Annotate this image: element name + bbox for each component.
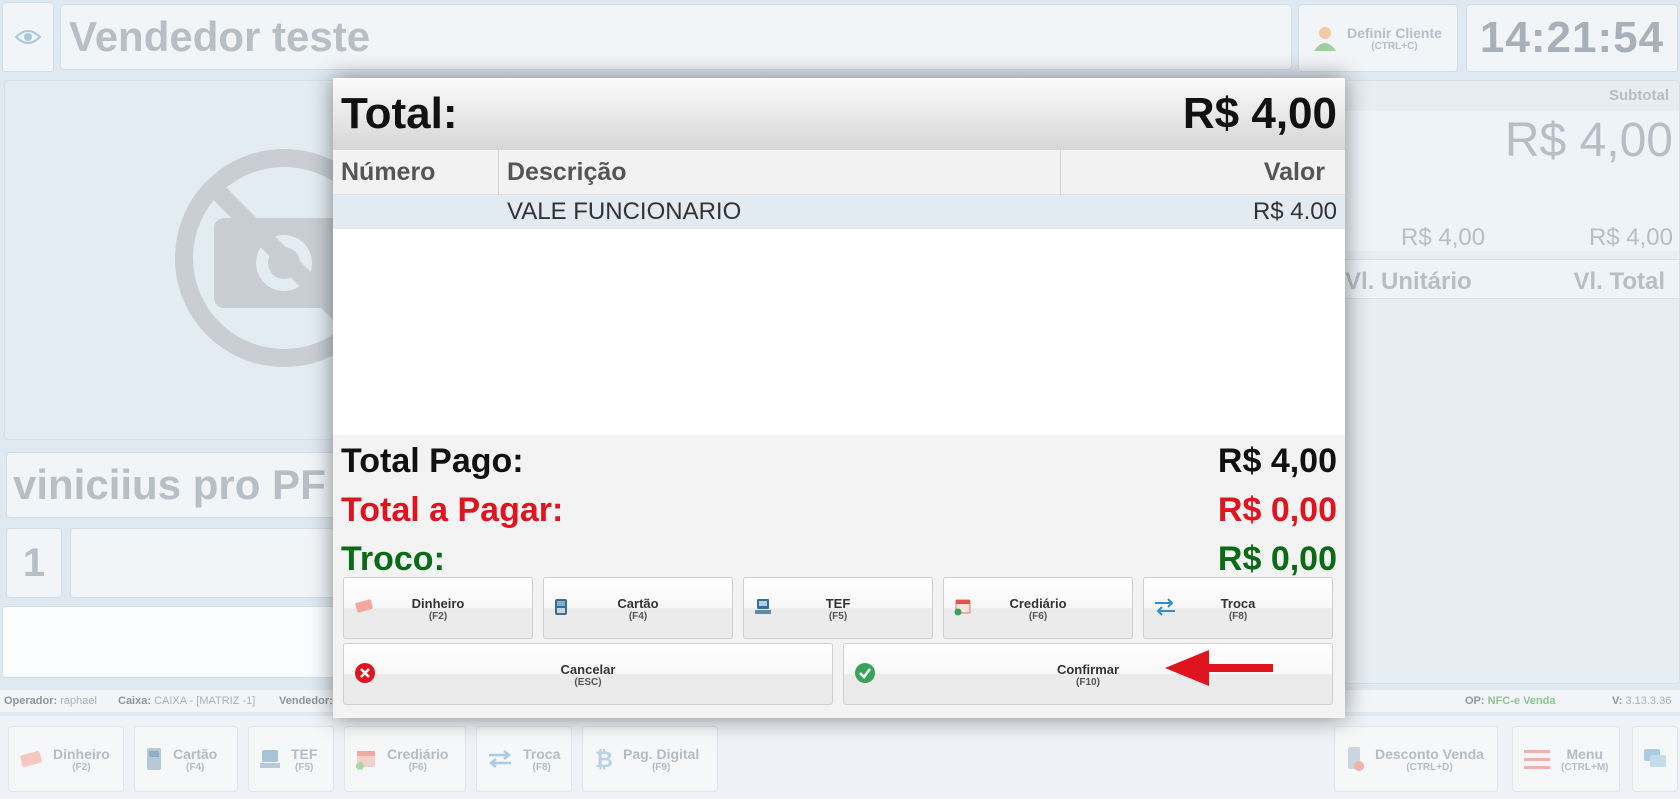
fn-desconto-venda-button[interactable]: Desconto Venda (CTRL+D) xyxy=(1334,726,1498,792)
money-icon xyxy=(20,751,42,767)
item-total-price: R$ 4,00 xyxy=(1588,224,1673,251)
item-unit-price: R$ 4,00 xyxy=(1401,224,1486,251)
cancel-button[interactable]: Cancelar (ESC) xyxy=(343,643,833,705)
toggle-visibility-button[interactable] xyxy=(2,2,54,72)
status-version: V: 3.13.3.36 xyxy=(1612,695,1672,707)
function-bar: Dinheiro (F2) Cartão (F4) TEF (F5) Crediári… xyxy=(0,716,1680,799)
pay-dinheiro-button[interactable]: Dinheiro (F2) xyxy=(343,577,533,639)
fn-tef-button[interactable]: TEF (F5) xyxy=(248,726,334,792)
row-value: R$ 4.00 xyxy=(1252,198,1337,225)
clock-time: 14:21:54 xyxy=(1479,13,1665,62)
fn-cartao-button[interactable]: Cartão (F4) xyxy=(134,726,238,792)
fn-dinheiro-button[interactable]: Dinheiro (F2) xyxy=(8,726,124,792)
col-header-description[interactable]: Descrição xyxy=(499,150,1061,195)
change-value: R$ 0,00 xyxy=(1217,539,1337,578)
bitcoin-icon: ₿ xyxy=(595,748,613,771)
card-terminal-icon xyxy=(147,748,161,770)
to-pay-line: Total a Pagar: R$ 0,00 xyxy=(341,488,1337,532)
no-camera-icon xyxy=(175,149,339,367)
row-description: VALE FUNCIONARIO xyxy=(507,198,742,225)
customer-field: viniciius pro PF xyxy=(6,452,340,518)
to-pay-value: R$ 0,00 xyxy=(1217,490,1337,529)
items-header: Vl. Unitário Vl. Total xyxy=(1345,259,1679,299)
total-paid-line: Total Pago: R$ 4,00 xyxy=(341,439,1337,483)
dialog-total-value: R$ 4,00 xyxy=(1182,89,1337,138)
subtotal-label: Subtotal xyxy=(1609,87,1669,104)
status-seller: Vendedor: xyxy=(279,695,333,707)
product-image-panel xyxy=(4,80,340,440)
col-header-number[interactable]: Número xyxy=(333,150,499,195)
vendor-field: Vendedor teste xyxy=(60,4,1292,70)
calendar-icon xyxy=(356,751,375,770)
fn-troca-button[interactable]: Troca (F8) xyxy=(476,726,572,792)
exchange-icon xyxy=(488,750,512,768)
payments-table-header: Número Descrição Valor xyxy=(333,150,1345,195)
define-client-label: Definir Cliente (CTRL+C) xyxy=(1347,24,1442,52)
pay-crediario-button[interactable]: Crediário (F6) xyxy=(943,577,1133,639)
vendor-name: Vendedor teste xyxy=(69,13,371,60)
fn-menu-button[interactable]: Menu (CTRL+M) xyxy=(1512,726,1620,792)
eye-icon xyxy=(14,30,42,44)
product-search-input[interactable] xyxy=(2,606,342,678)
dialog-title: Total: xyxy=(341,89,458,138)
to-pay-label: Total a Pagar: xyxy=(341,490,564,529)
phone-discount-icon xyxy=(1348,747,1364,771)
sale-summary-panel: Subtotal R$ 4,00 Vl. Unitário Vl. Total … xyxy=(1344,80,1680,684)
tef-icon xyxy=(260,750,280,768)
change-line: Troco: R$ 0,00 xyxy=(341,537,1337,581)
svg-text:₿: ₿ xyxy=(595,748,613,771)
table-row[interactable]: VALE FUNCIONARIO R$ 4.00 xyxy=(333,195,1345,229)
quantity-field[interactable]: 1 xyxy=(6,528,62,598)
fn-crediario-button[interactable]: Crediário (F6) xyxy=(344,726,466,792)
change-label: Troco: xyxy=(341,539,445,578)
dialog-header: Total: R$ 4,00 xyxy=(333,78,1345,150)
define-client-button[interactable]: Definir Cliente (CTRL+C) xyxy=(1298,4,1458,72)
customer-name: viniciius pro PF xyxy=(13,461,326,508)
col-unit-price: Vl. Unitário xyxy=(1345,268,1472,295)
chat-icon xyxy=(1644,749,1666,767)
product-code-input[interactable] xyxy=(70,528,340,598)
pay-tef-button[interactable]: TEF (F5) xyxy=(743,577,933,639)
clock: 14:21:54 xyxy=(1466,4,1678,72)
status-cashier: Caixa: CAIXA - [MATRIZ -1] xyxy=(118,695,256,707)
user-icon xyxy=(1314,27,1336,51)
col-header-value[interactable]: Valor xyxy=(1061,150,1345,195)
total-paid-value: R$ 4,00 xyxy=(1217,441,1337,480)
pay-troca-button[interactable]: Troca (F8) xyxy=(1143,577,1333,639)
total-paid-label: Total Pago: xyxy=(341,441,524,480)
status-operator: Operador: raphael xyxy=(4,695,97,707)
col-total-price: Vl. Total xyxy=(1573,268,1665,295)
status-operation: OP: NFC-e Venda xyxy=(1465,695,1556,707)
payments-table: Número Descrição Valor VALE FUNCIONARIO … xyxy=(333,150,1345,435)
chat-button[interactable] xyxy=(1632,726,1678,792)
quantity-value: 1 xyxy=(22,540,46,585)
subtotal-value: R$ 4,00 xyxy=(1504,114,1673,167)
fn-pag-digital-button[interactable]: ₿ Pag. Digital (F9) xyxy=(582,726,718,792)
red-arrow-annotation xyxy=(1165,650,1273,686)
payment-dialog: Total: R$ 4,00 Número Descrição Valor VA… xyxy=(333,78,1345,718)
hamburger-icon xyxy=(1524,750,1550,769)
pay-cartao-button[interactable]: Cartão (F4) xyxy=(543,577,733,639)
